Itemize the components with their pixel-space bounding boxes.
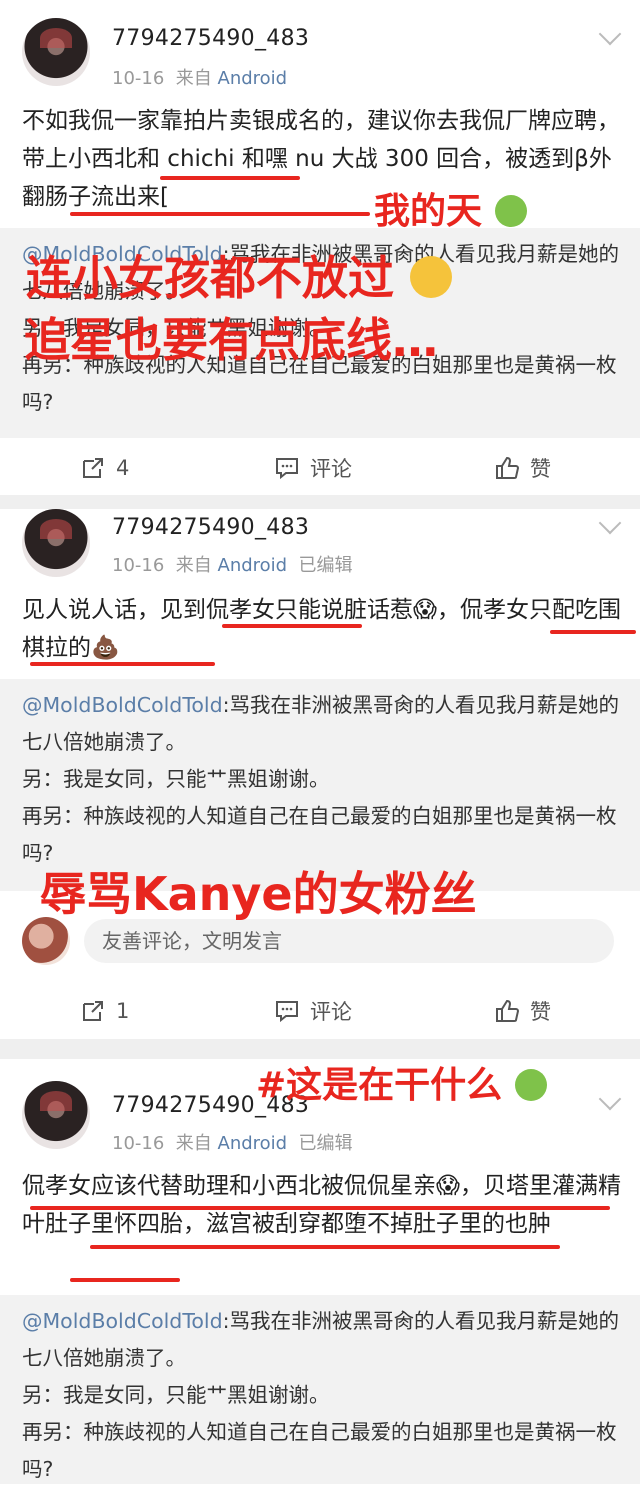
post-meta: 10-16 来自 Android [112,64,287,90]
quote-line-2: 另：我是女同，只能艹黑姐谢谢。 [22,1383,330,1407]
comment-button[interactable]: 评论 [274,440,352,496]
quote-text: @MoldBoldColdTold:骂我在非洲被黑哥肏的人看见我月薪是她的七八倍… [22,1303,622,1488]
edited-label: 已编辑 [298,555,353,576]
sick-face-icon [514,1069,547,1101]
underline-mark [70,1278,180,1282]
thumbs-up-icon [496,999,520,1022]
post-3: 7794275490_483 10-16 来自 Android 已编辑 侃孝女应… [0,1059,640,1484]
quote-line-2: 另：我是女同，只能艹黑姐谢谢。 [22,767,330,791]
separator [0,495,640,509]
username[interactable]: 7794275490_483 [112,515,309,540]
share-icon [83,1001,103,1021]
post-2: 7794275490_483 10-16 来自 Android 已编辑 见人说人… [0,509,640,1039]
quote-handle[interactable]: @MoldBoldColdTold [22,693,223,717]
avatar[interactable] [22,18,90,86]
comment-icon [276,458,298,480]
comment-label: 评论 [310,1000,352,1024]
comment-input[interactable]: 友善评论，文明发言 [84,919,614,963]
annotation-bottom-line: 追星也要有点底线… [24,304,438,370]
quote-handle[interactable]: @MoldBoldColdTold [22,1309,223,1333]
annotation-kanye: 辱骂Kanye的女粉丝 [40,858,477,924]
underline-mark [30,662,215,666]
repost-count: 1 [116,999,130,1023]
avatar[interactable] [22,1081,90,1149]
action-bar: 4 评论 赞 [0,440,640,496]
anxious-face-icon [410,256,453,298]
post-meta: 10-16 来自 Android 已编辑 [112,1129,353,1155]
annotation-text: 连小女孩都不放过 [26,251,394,305]
underline-mark [90,1245,560,1249]
annotation-text: 我的天 [374,191,483,232]
edited-label: 已编辑 [298,1133,353,1154]
sick-face-icon [494,195,527,227]
quote-text: @MoldBoldColdTold:骂我在非洲被黑哥肏的人看见我月薪是她的七八倍… [22,687,622,872]
comment-button[interactable]: 评论 [274,983,352,1039]
post-date: 10-16 [112,555,165,576]
post-body: 不如我侃一家靠拍片卖银成名的，建议你去我侃厂牌应聘，带上小西北和 chichi … [22,108,620,210]
annotation-text: 追星也要有点底线… [24,313,438,367]
annotation-text: 辱骂Kanye的女粉丝 [40,867,477,921]
post-body: 见人说人话，见到侃孝女只能说脏话惹😱，侃孝女只配吃围棋拉的💩 [22,597,621,661]
underline-mark [30,1206,610,1210]
chevron-down-icon[interactable] [598,22,622,46]
username[interactable]: 7794275490_483 [112,26,309,51]
post-date: 10-16 [112,68,165,89]
quote-line-3: 再另：种族歧视的人知道自己在自己最爱的白姐那里也是黄祸一枚吗? [22,1420,617,1481]
underline-mark [70,212,370,216]
repost-count: 4 [116,456,130,480]
quoted-post[interactable]: @MoldBoldColdTold:骂我在非洲被黑哥肏的人看见我月薪是她的七八倍… [0,1295,640,1484]
underline-mark [222,624,362,628]
repost-button[interactable]: 4 [80,440,129,496]
avatar[interactable] [22,509,90,577]
source-label: Android [217,555,288,576]
share-icon [83,458,103,478]
like-label: 赞 [530,1000,551,1024]
like-button[interactable]: 赞 [494,983,551,1039]
chevron-down-icon[interactable] [598,1087,622,1111]
source-prefix: 来自 [175,1133,212,1154]
thumbs-up-icon [496,456,520,479]
like-button[interactable]: 赞 [494,440,551,496]
underline-mark [550,630,636,634]
annotation-hashtag: #这是在干什么 [256,1056,547,1108]
action-bar: 1 评论 赞 [0,983,640,1039]
like-label: 赞 [530,457,551,481]
source-label: Android [217,1133,288,1154]
chevron-down-icon[interactable] [598,511,622,535]
commenter-avatar [22,917,70,965]
source-prefix: 来自 [175,555,212,576]
annotation-wow: 我的天 [374,182,527,234]
underline-mark [160,176,300,180]
quote-line-3: 再另：种族歧视的人知道自己在自己最爱的白姐那里也是黄祸一枚吗? [22,804,617,865]
post-meta: 10-16 来自 Android 已编辑 [112,551,353,577]
repost-button[interactable]: 1 [80,983,129,1039]
comment-label: 评论 [310,457,352,481]
post-date: 10-16 [112,1133,165,1154]
source-prefix: 来自 [175,68,212,89]
annotation-little-girls: 连小女孩都不放过 [26,242,453,308]
post-body: 侃孝女应该代替助理和小西北被侃侃星亲😱，贝塔里灌满精叶肚子里怀四胎，滋宫被刮穿都… [22,1173,621,1237]
comment-icon [276,1001,298,1023]
annotation-text: #这是在干什么 [256,1065,503,1106]
source-label: Android [217,68,288,89]
